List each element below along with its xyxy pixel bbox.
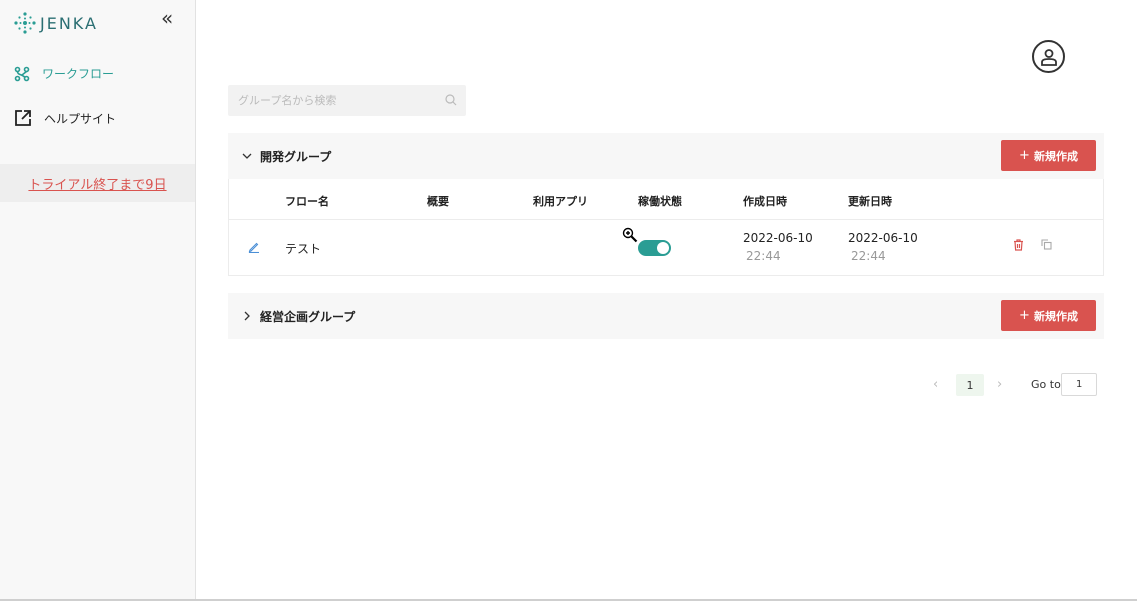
new-flow-button[interactable]: + 新規作成 [1001,140,1096,171]
user-account-icon [1040,48,1057,66]
flow-name-cell[interactable]: テスト [285,240,321,257]
zoom-cursor-icon [622,227,638,243]
table-header: フロー名 概要 利用アプリ 稼働状態 作成日時 更新日時 [229,179,1103,220]
new-flow-button[interactable]: + 新規作成 [1001,300,1096,331]
created-date-cell: 2022-06-10 [743,231,813,245]
logo[interactable]: JENKA [14,12,98,34]
group-name: 経営企画グループ [260,309,356,324]
active-status-toggle[interactable] [638,240,671,256]
prev-page-button[interactable]: ‹ [933,377,938,392]
chevron-down-icon [242,153,252,159]
group-search [228,85,466,116]
sidebar-item-workflow[interactable]: ワークフロー [14,65,114,82]
collapse-sidebar-button[interactable]: « [161,8,173,28]
new-flow-button-label: 新規作成 [1033,309,1078,323]
edit-pencil-icon[interactable] [248,241,260,253]
trial-remaining-link[interactable]: トライアル終了まで9日 [28,174,166,193]
plus-icon: + [1019,308,1030,323]
group-expand-toggle[interactable] [242,151,252,161]
column-header-summary: 概要 [427,195,449,208]
new-flow-button-label: 新規作成 [1033,149,1078,163]
created-time-cell: 22:44 [746,249,781,263]
workflow-icon [14,66,30,81]
jenka-logo-icon [14,12,36,34]
group-expand-toggle[interactable] [242,311,252,321]
goto-page-input[interactable] [1061,373,1097,396]
sidebar: JENKA « ワークフロー ヘルプサイト トライアル終了まで9日 [0,0,196,601]
column-header-created: 作成日時 [743,195,787,208]
group-search-input[interactable] [238,94,428,107]
double-chevron-left-icon: « [161,6,174,30]
flow-table: フロー名 概要 利用アプリ 稼働状態 作成日時 更新日時 テスト 2022-06… [228,179,1104,276]
delete-trash-icon[interactable] [1013,239,1024,251]
trial-banner: トライアル終了まで9日 [0,164,195,202]
chevron-right-icon [244,311,250,321]
goto-label: Go to [1031,378,1061,391]
sidebar-item-help[interactable]: ヘルプサイト [14,109,116,127]
copy-icon[interactable] [1041,239,1052,250]
external-link-icon [15,110,31,126]
sidebar-item-label: ワークフロー [42,67,115,81]
brand-name: JENKA [40,13,98,33]
column-header-flow-name: フロー名 [285,195,329,208]
column-header-status: 稼働状態 [638,195,682,208]
page-number-current[interactable]: 1 [956,374,984,396]
column-header-apps: 利用アプリ [533,195,588,208]
updated-date-cell: 2022-06-10 [848,231,918,245]
search-icon[interactable] [445,94,457,106]
group-header-planning: 経営企画グループ + 新規作成 [228,293,1104,339]
toggle-knob [657,242,669,254]
group-name: 開発グループ [260,149,332,164]
next-page-button[interactable]: › [997,377,1002,392]
updated-time-cell: 22:44 [851,249,886,263]
user-avatar-button[interactable] [1032,40,1065,73]
group-header-dev: 開発グループ + 新規作成 [228,133,1104,179]
sidebar-item-label: ヘルプサイト [44,111,117,126]
column-header-updated: 更新日時 [848,195,892,208]
plus-icon: + [1019,148,1030,163]
